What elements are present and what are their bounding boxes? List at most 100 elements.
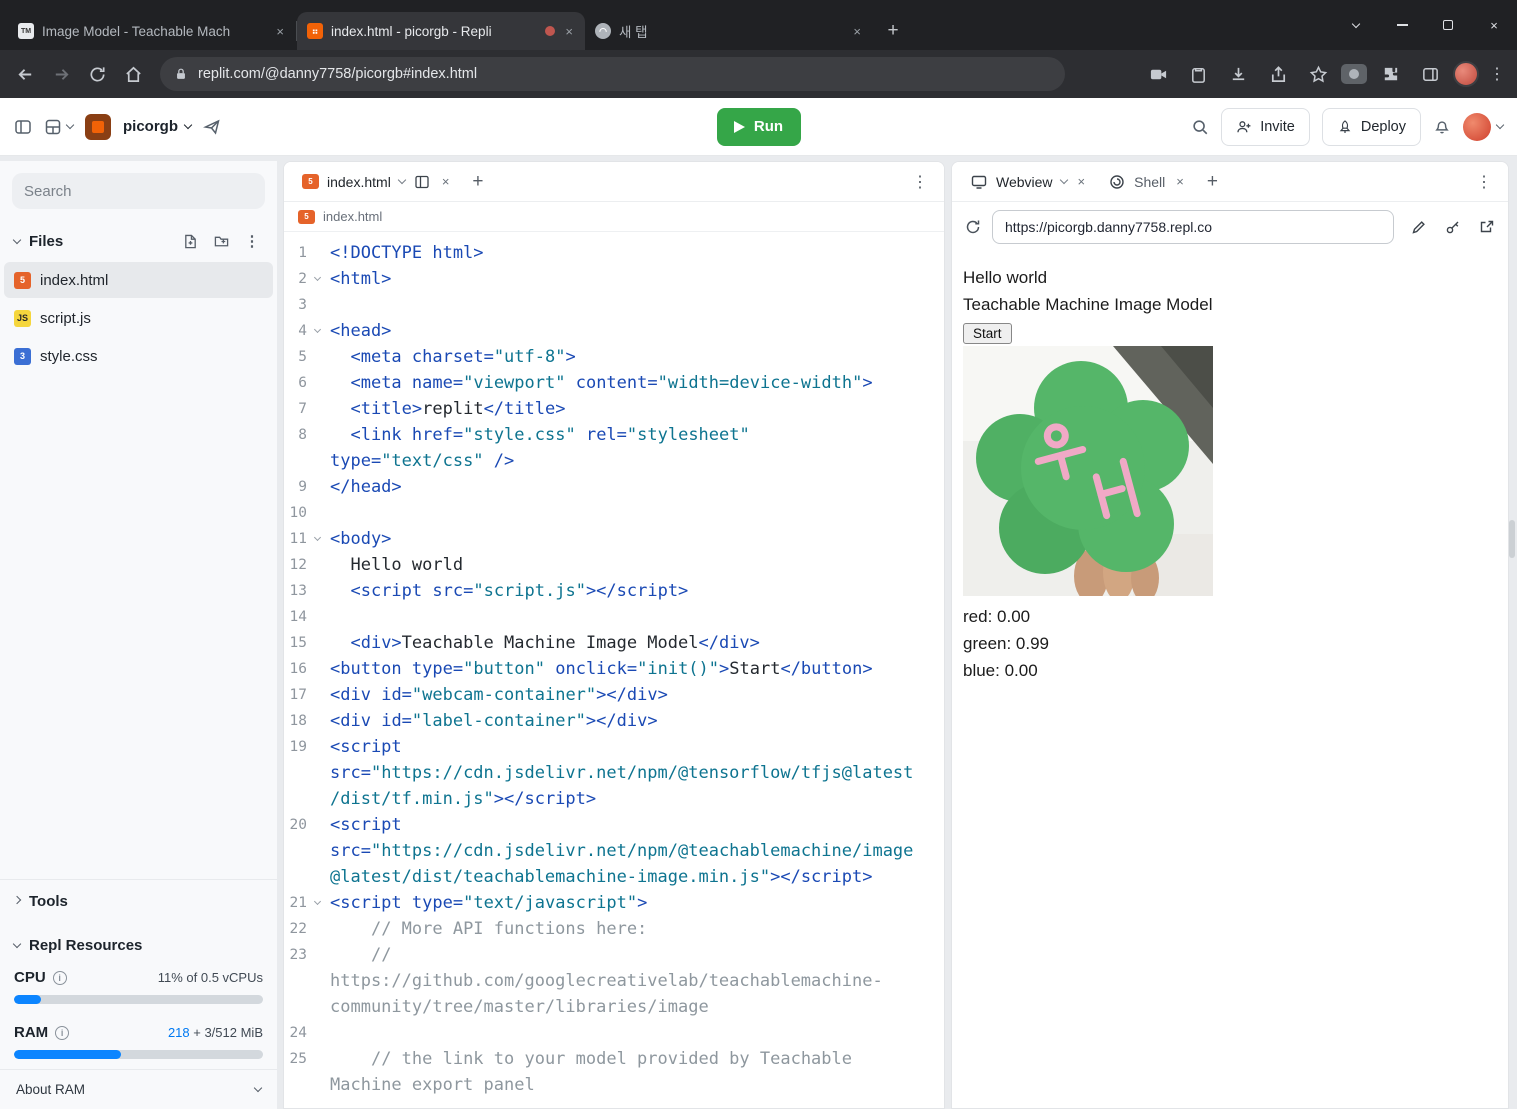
line-gutter[interactable]: 13 (284, 578, 330, 604)
line-gutter[interactable]: 6 (284, 370, 330, 396)
project-name[interactable]: picorgb (123, 118, 193, 135)
maximize-button[interactable] (1425, 0, 1471, 50)
line-gutter[interactable]: 8 (284, 422, 330, 474)
line-gutter[interactable]: 18 (284, 708, 330, 734)
line-gutter[interactable]: 23 (284, 942, 330, 1020)
extensions-puzzle-icon[interactable] (1373, 57, 1407, 91)
tools-section-header[interactable]: Tools (0, 879, 277, 923)
info-icon[interactable]: i (52, 970, 67, 985)
webview-tab[interactable]: Webview × (962, 162, 1096, 202)
code-line[interactable]: 17 <div id="webcam-container"></div> (284, 682, 944, 708)
fold-chevron-icon[interactable] (313, 325, 322, 334)
browser-menu-icon[interactable]: ⋮ (1485, 64, 1509, 84)
editor-preview-icon[interactable] (413, 173, 431, 191)
file-item-script-js[interactable]: JS script.js (4, 300, 273, 336)
about-ram-row[interactable]: About RAM (0, 1069, 277, 1109)
new-file-icon[interactable] (179, 230, 201, 252)
code-line[interactable]: 2 <html> (284, 266, 944, 292)
project-logo[interactable] (85, 113, 111, 140)
open-external-icon[interactable] (1478, 218, 1496, 236)
notifications-bell-icon[interactable] (1433, 118, 1451, 136)
new-folder-icon[interactable] (210, 230, 232, 252)
deploy-button[interactable]: Deploy (1321, 107, 1421, 146)
code-line[interactable]: 9 </head> (284, 474, 944, 500)
screenshot-extension-icon[interactable] (1341, 64, 1367, 84)
code-line[interactable]: 23 // https://github.com/googlecreativel… (284, 942, 944, 1020)
account-menu[interactable] (1463, 112, 1505, 141)
sidebar-toggle-icon[interactable] (14, 118, 32, 136)
code-line[interactable]: 7 <title>replit</title> (284, 396, 944, 422)
code-line[interactable]: 25 // the link to your model provided by… (284, 1046, 944, 1098)
line-gutter[interactable]: 22 (284, 916, 330, 942)
code-area[interactable]: 1 <!DOCTYPE html> 2 <html> 3 4 <head> 5 <meta c… (284, 232, 944, 1108)
chevron-down-icon[interactable] (1059, 175, 1068, 185)
workspace-layout-icon[interactable] (44, 118, 75, 136)
line-gutter[interactable]: 1 (284, 240, 330, 266)
line-gutter[interactable]: 2 (284, 266, 330, 292)
share-icon[interactable] (1261, 57, 1295, 91)
clipboard-icon[interactable] (1181, 57, 1215, 91)
run-button[interactable]: Run (716, 107, 801, 146)
devtools-key-icon[interactable] (1444, 218, 1462, 236)
code-line[interactable]: 10 (284, 500, 944, 526)
code-line[interactable]: 20 <script src="https://cdn.jsdelivr.net/… (284, 812, 944, 890)
code-line[interactable]: 12 Hello world (284, 552, 944, 578)
code-line[interactable]: 21 <script type="text/javascript"> (284, 890, 944, 916)
code-line[interactable]: 6 <meta name="viewport" content="width=d… (284, 370, 944, 396)
file-item-index-html[interactable]: 5 index.html (4, 262, 273, 298)
code-line[interactable]: 13 <script src="script.js"></script> (284, 578, 944, 604)
bookmark-star-icon[interactable] (1301, 57, 1335, 91)
address-bar[interactable]: replit.com/@danny7758/picorgb#index.html (160, 57, 1065, 91)
file-item-style-css[interactable]: 3 style.css (4, 338, 273, 374)
files-menu-icon[interactable]: ⋮ (241, 230, 263, 252)
line-gutter[interactable]: 20 (284, 812, 330, 890)
line-gutter[interactable]: 14 (284, 604, 330, 630)
code-line[interactable]: 14 (284, 604, 944, 630)
new-tab-button[interactable]: + (879, 17, 907, 45)
browser-tab-replit-active[interactable]: ⠶ index.html - picorgb - Repli × (297, 12, 585, 50)
code-line[interactable]: 3 (284, 292, 944, 318)
code-line[interactable]: 4 <head> (284, 318, 944, 344)
tab-search-icon[interactable] (1333, 0, 1379, 50)
line-gutter[interactable]: 9 (284, 474, 330, 500)
code-line[interactable]: 16 <button type="button" onclick="init()"… (284, 656, 944, 682)
line-gutter[interactable]: 3 (284, 292, 330, 318)
tab-capture-icon[interactable] (1141, 57, 1175, 91)
line-gutter[interactable]: 4 (284, 318, 330, 344)
line-gutter[interactable]: 19 (284, 734, 330, 812)
new-pane-tab-icon[interactable]: + (1199, 171, 1226, 193)
breadcrumb[interactable]: 5 index.html (284, 202, 944, 232)
copy-link-icon[interactable] (203, 118, 221, 136)
fold-chevron-icon[interactable] (313, 533, 322, 542)
side-panel-icon[interactable] (1413, 57, 1447, 91)
line-gutter[interactable]: 11 (284, 526, 330, 552)
line-gutter[interactable]: 12 (284, 552, 330, 578)
fold-chevron-icon[interactable] (313, 273, 322, 282)
webview-url-input[interactable] (992, 210, 1394, 244)
code-line[interactable]: 19 <script src="https://cdn.jsdelivr.net/… (284, 734, 944, 812)
minimize-button[interactable] (1379, 0, 1425, 50)
webview-reload-icon[interactable] (964, 218, 982, 236)
browser-profile-avatar[interactable] (1453, 61, 1479, 87)
close-editor-tab-icon[interactable]: × (439, 174, 453, 189)
code-line[interactable]: 15 <div>Teachable Machine Image Model</d… (284, 630, 944, 656)
code-line[interactable]: 1 <!DOCTYPE html> (284, 240, 944, 266)
browser-tab-new-tab[interactable]: ◠ 새 탭 × (585, 12, 873, 50)
close-shell-tab-icon[interactable]: × (1173, 174, 1187, 189)
code-line[interactable]: 11 <body> (284, 526, 944, 552)
code-line[interactable]: 8 <link href="style.css" rel="stylesheet… (284, 422, 944, 474)
reload-icon[interactable] (80, 57, 114, 91)
fold-chevron-icon[interactable] (313, 897, 322, 906)
shell-tab[interactable]: Shell × (1100, 162, 1195, 202)
code-line[interactable]: 22 // More API functions here: (284, 916, 944, 942)
forward-icon[interactable] (44, 57, 78, 91)
search-input[interactable] (12, 173, 265, 209)
repl-resources-header[interactable]: Repl Resources (0, 923, 277, 967)
browser-tab-teachable-machine[interactable]: TM Image Model - Teachable Mach × (8, 12, 296, 50)
close-window-button[interactable]: × (1471, 0, 1517, 50)
line-gutter[interactable]: 16 (284, 656, 330, 682)
start-button[interactable]: Start (963, 323, 1012, 344)
editor-pane-menu-icon[interactable]: ⋮ (906, 172, 934, 192)
files-section-header[interactable]: Files ⋮ (0, 221, 277, 261)
close-webview-tab-icon[interactable]: × (1075, 174, 1089, 189)
